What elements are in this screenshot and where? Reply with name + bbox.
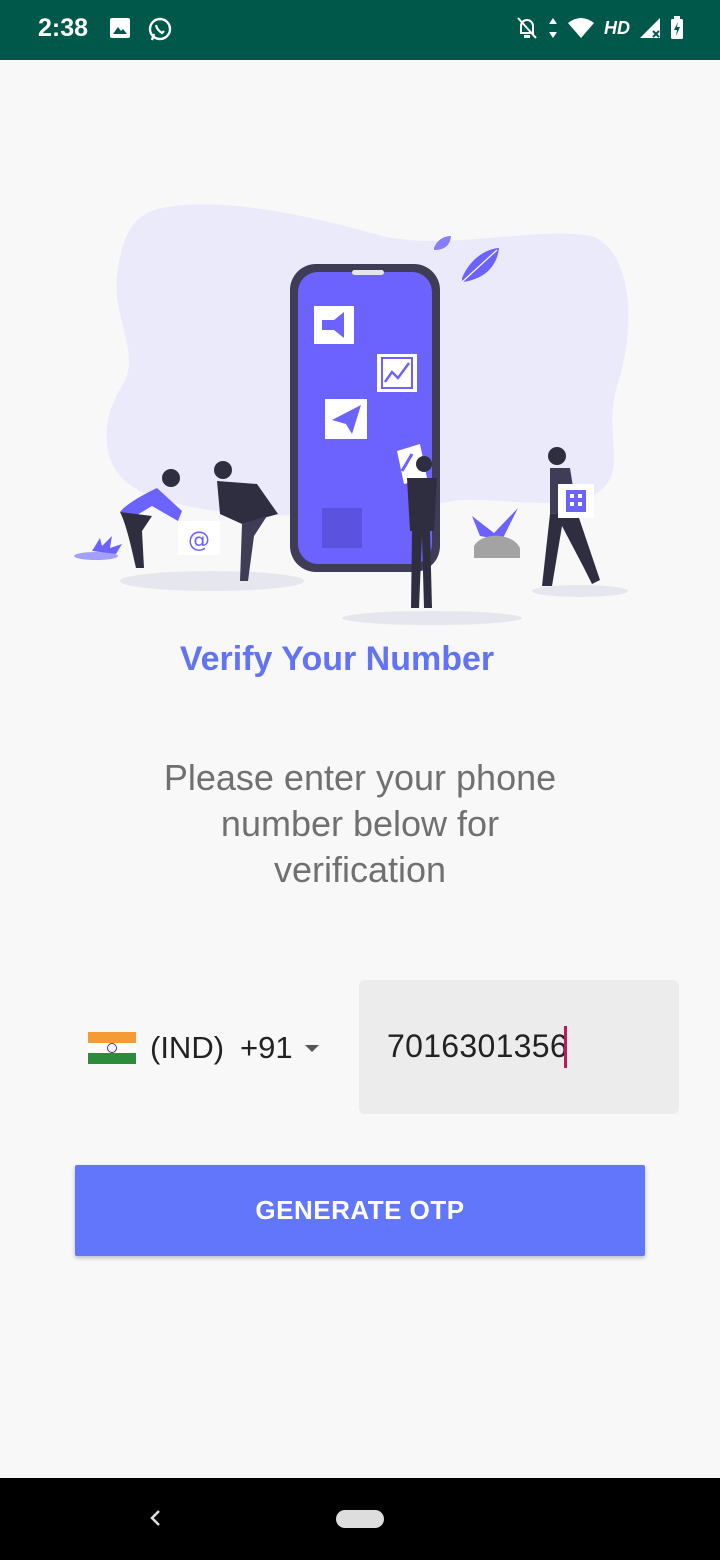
network-hd-label: HD [604, 17, 630, 38]
chart-icon [377, 354, 417, 392]
dial-code-label: +91 [240, 1030, 293, 1065]
text-cursor [564, 1026, 567, 1068]
battery-charging-icon [671, 16, 683, 39]
building-icon [558, 484, 594, 518]
megaphone-icon [314, 306, 354, 344]
at-sign-icon: @ [178, 521, 220, 555]
generate-otp-button[interactable]: GENERATE OTP [75, 1165, 645, 1256]
back-icon[interactable] [146, 1506, 164, 1530]
country-code-label: (IND) [150, 1030, 225, 1065]
image-icon [110, 18, 130, 38]
country-code-picker[interactable]: (IND) +91 [88, 1020, 319, 1076]
phone-verification-illustration: @ [74, 204, 629, 625]
cellular-signal-icon [640, 18, 660, 38]
wifi-icon [568, 18, 594, 38]
status-time: 2:38 [38, 14, 89, 42]
india-flag-icon [88, 1032, 136, 1065]
data-arrows-icon [549, 18, 557, 38]
instruction-text: Please enter your phone number below for… [163, 757, 557, 890]
notifications-off-icon [517, 17, 537, 39]
page-title: Verify Your Number [179, 640, 495, 678]
status-bar: 2:38 HD [0, 0, 720, 60]
phone-number-input[interactable]: 7016301356 [359, 980, 679, 1114]
dropdown-arrow-icon [304, 1044, 319, 1052]
home-pill-icon[interactable] [336, 1510, 384, 1528]
svg-text:@: @ [188, 528, 210, 553]
navigation-bar [0, 1478, 720, 1560]
phone-number-value[interactable]: 7016301356 [387, 1028, 568, 1065]
whatsapp-icon [148, 17, 172, 41]
paper-plane-icon [325, 399, 367, 439]
